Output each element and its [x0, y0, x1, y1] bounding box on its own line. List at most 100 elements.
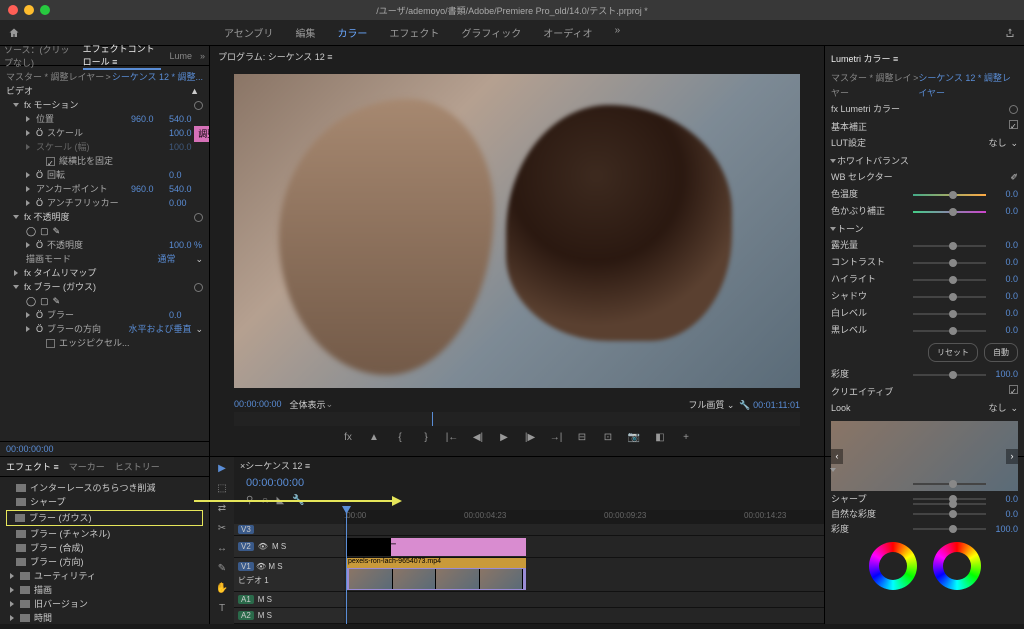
track-a1-content[interactable]: [344, 592, 824, 607]
hand-tool-icon[interactable]: ✋: [215, 583, 229, 597]
wb-section[interactable]: ホワイトバランス: [837, 156, 909, 166]
type-tool-icon[interactable]: T: [215, 603, 229, 617]
track-v2-content[interactable]: 調整レイヤー: [344, 536, 824, 557]
ec-blurdir-val[interactable]: 水平および垂直: [128, 322, 191, 336]
step-back-icon[interactable]: ◀|: [470, 432, 486, 446]
tab-lume[interactable]: Lume: [169, 51, 192, 61]
highlight-wheel[interactable]: [933, 542, 981, 590]
creative-toggle[interactable]: [1009, 385, 1018, 394]
pen-tool-icon[interactable]: ✎: [215, 563, 229, 577]
workspace-effects[interactable]: エフェクト: [389, 25, 439, 40]
exp-slider[interactable]: [913, 245, 987, 247]
compare-icon[interactable]: ◧: [652, 432, 668, 446]
reset-button[interactable]: リセット: [928, 343, 978, 362]
ec-anchor-y[interactable]: 540.0: [169, 182, 203, 196]
program-tc-right[interactable]: 00:01:11:01: [753, 400, 800, 410]
temp-slider[interactable]: [913, 194, 987, 196]
reset-icon[interactable]: [1009, 105, 1018, 114]
reset-icon[interactable]: [194, 283, 203, 292]
settings-icon[interactable]: +: [678, 432, 694, 446]
share-icon[interactable]: [1004, 27, 1016, 39]
ec-blur-val[interactable]: 0.0: [169, 308, 203, 322]
effect-folder[interactable]: 描画: [6, 583, 203, 597]
selection-tool-icon[interactable]: ▶: [215, 463, 229, 477]
workspace-more[interactable]: »: [615, 25, 621, 40]
track-v1-content[interactable]: pexels-ron-lach-9654073.mp4: [344, 558, 824, 591]
extract-icon[interactable]: ⊡: [600, 432, 616, 446]
look-val[interactable]: なし: [988, 401, 1006, 416]
reset-icon[interactable]: [194, 213, 203, 222]
tab-more[interactable]: »: [200, 51, 205, 61]
mark-out-icon[interactable]: }: [418, 432, 434, 446]
ripple-tool-icon[interactable]: ⇄: [215, 503, 229, 517]
effect-item[interactable]: ブラー (チャンネル): [6, 527, 203, 541]
effect-item[interactable]: ブラー (方向): [6, 555, 203, 569]
tab-source[interactable]: ソース：(クリップなし): [4, 43, 75, 69]
workspace-graphics[interactable]: グラフィック: [461, 25, 521, 40]
sharpen-val[interactable]: 0.0: [994, 494, 1018, 504]
mask-pen-icon[interactable]: ✎: [53, 294, 61, 308]
effect-item-highlighted[interactable]: ブラー (ガウス): [6, 510, 203, 526]
track-v2[interactable]: V2: [238, 542, 254, 551]
vibrance-val[interactable]: 0.0: [994, 509, 1018, 519]
track-select-tool-icon[interactable]: ⬚: [215, 483, 229, 497]
lift-icon[interactable]: ⊟: [574, 432, 590, 446]
playhead[interactable]: [346, 510, 347, 624]
eyedropper-icon[interactable]: ✐: [1010, 170, 1018, 185]
sat-val[interactable]: 100.0: [994, 367, 1018, 382]
ec-blur-section[interactable]: fx ブラー (ガウス): [24, 280, 190, 294]
cont-slider[interactable]: [913, 262, 987, 264]
ec-position-x[interactable]: 960.0: [131, 112, 165, 126]
tint-slider[interactable]: [913, 211, 987, 213]
razor-tool-icon[interactable]: ✂: [215, 523, 229, 537]
export-frame-icon[interactable]: 📷: [626, 432, 642, 446]
program-ruler[interactable]: [234, 412, 800, 426]
effect-item[interactable]: シャープ: [6, 495, 203, 509]
track-a2[interactable]: A2: [238, 611, 254, 620]
timeline-timecode[interactable]: 00:00:00:00: [246, 477, 304, 489]
workspace-assembly[interactable]: アセンブリ: [224, 25, 274, 40]
ec-timecode[interactable]: 00:00:00:00: [0, 441, 209, 456]
mask-rect-icon[interactable]: ▢: [40, 224, 49, 238]
lut-val[interactable]: なし: [988, 136, 1006, 151]
add-marker-icon[interactable]: ▲: [366, 432, 382, 446]
program-monitor[interactable]: [210, 66, 824, 396]
ec-motion[interactable]: fx モーション: [24, 98, 190, 112]
minimize-window[interactable]: [24, 5, 34, 15]
effect-item[interactable]: インターレースのちらつき削減: [6, 481, 203, 495]
track-a1[interactable]: A1: [238, 595, 254, 604]
tone-section[interactable]: トーン: [837, 224, 864, 234]
hl-val[interactable]: 0.0: [994, 272, 1018, 287]
mark-in-icon[interactable]: {: [392, 432, 408, 446]
tint-val[interactable]: 0.0: [994, 204, 1018, 219]
fade-slider[interactable]: [913, 483, 987, 485]
wh-val[interactable]: 0.0: [994, 306, 1018, 321]
hl-slider[interactable]: [913, 279, 987, 281]
workspace-audio[interactable]: オーディオ: [543, 25, 592, 40]
look-preview[interactable]: [831, 421, 1018, 491]
sat-slider[interactable]: [913, 374, 987, 376]
track-a2-content[interactable]: [344, 608, 824, 623]
mask-pen-icon[interactable]: ✎: [53, 224, 61, 238]
edge-pixel-checkbox[interactable]: [46, 339, 55, 348]
ec-sequence-link[interactable]: シーケンス 12 * 調整...: [112, 70, 203, 84]
reset-icon[interactable]: [194, 101, 203, 110]
creative-section[interactable]: クリエイティブ: [831, 385, 893, 400]
effect-item[interactable]: ブラー (合成): [6, 541, 203, 555]
ec-antiflicker-val[interactable]: 0.00: [169, 196, 203, 210]
program-quality[interactable]: フル画質: [688, 400, 724, 410]
wh-slider[interactable]: [913, 313, 987, 315]
timeline-title[interactable]: シーケンス 12 ≡: [245, 459, 310, 472]
vibrance-slider[interactable]: [913, 513, 987, 515]
track-v1[interactable]: V1: [238, 562, 254, 571]
lumetri-title[interactable]: Lumetri カラー ≡: [831, 52, 898, 67]
sh-val[interactable]: 0.0: [994, 289, 1018, 304]
ec-position-y[interactable]: 540.0: [169, 112, 203, 126]
lum-seq-link[interactable]: シーケンス 12 * 調整レイヤー: [918, 71, 1018, 101]
lum-basic[interactable]: 基本補正: [831, 120, 867, 135]
effect-folder[interactable]: 旧バージョン: [6, 597, 203, 611]
cont-val[interactable]: 0.0: [994, 255, 1018, 270]
go-in-icon[interactable]: |←: [444, 432, 460, 446]
go-out-icon[interactable]: →|: [548, 432, 564, 446]
sat2-slider[interactable]: [913, 528, 987, 530]
